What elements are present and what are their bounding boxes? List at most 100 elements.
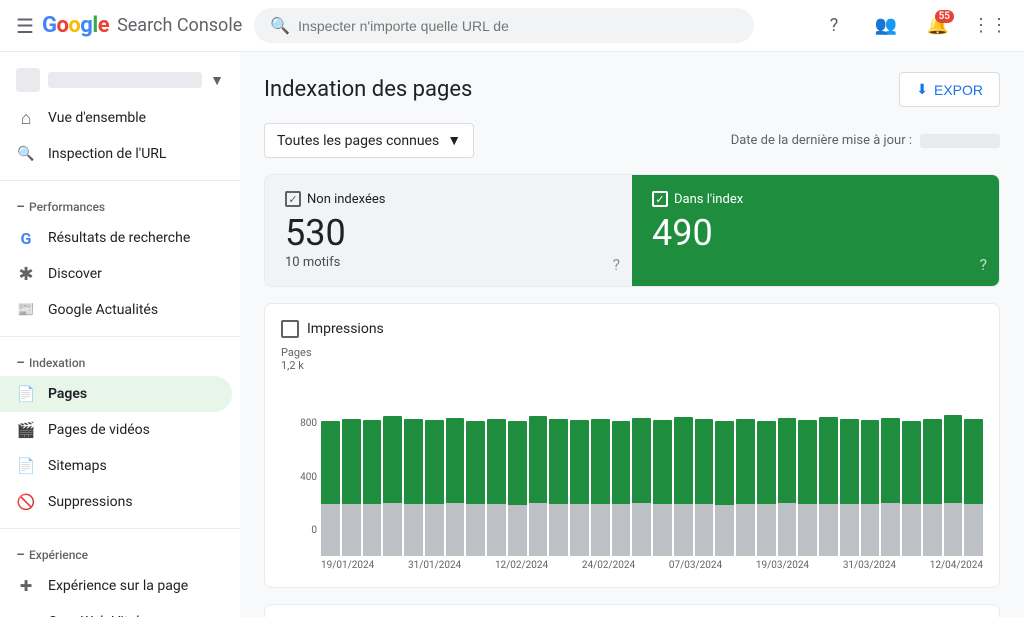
sidebar-item-core-web-vitals[interactable]: ◕ Core Web Vitals bbox=[0, 604, 232, 617]
chart-area: 800 400 0 bbox=[281, 376, 983, 556]
sidebar-item-google-news[interactable]: 📰 Google Actualités bbox=[0, 292, 232, 328]
sidebar-item-video-pages[interactable]: 🎬 Pages de vidéos bbox=[0, 412, 232, 448]
chart-bar bbox=[487, 376, 506, 556]
sidebar-item-search-results[interactable]: G Résultats de recherche bbox=[0, 220, 232, 256]
notifications-icon[interactable]: 🔔 55 bbox=[920, 8, 956, 44]
chart-bar bbox=[674, 376, 693, 556]
divider-2 bbox=[0, 336, 240, 337]
chart-bar bbox=[695, 376, 714, 556]
notification-badge: 55 bbox=[935, 10, 954, 23]
chart-bar bbox=[466, 376, 485, 556]
sidebar-item-page-experience[interactable]: ✚ Expérience sur la page bbox=[0, 568, 232, 604]
section-header-experience[interactable]: − Expérience bbox=[0, 537, 240, 568]
x-label-1: 19/01/2024 bbox=[321, 560, 374, 571]
dropdown-arrow-icon: ▼ bbox=[447, 132, 461, 149]
chart-bar bbox=[570, 376, 589, 556]
sidebar-item-overview[interactable]: ⌂ Vue d'ensemble bbox=[0, 100, 232, 136]
section-header-performances[interactable]: − Performances bbox=[0, 189, 240, 220]
page-title: Indexation des pages bbox=[264, 77, 472, 102]
section-header-indexation[interactable]: − Indexation bbox=[0, 345, 240, 376]
x-label-2: 31/01/2024 bbox=[408, 560, 461, 571]
non-indexed-checkbox[interactable]: ✓ bbox=[285, 191, 301, 207]
chart-bar bbox=[591, 376, 610, 556]
non-indexed-card: ✓ Non indexées 530 10 motifs ? bbox=[265, 175, 632, 286]
chart-bar bbox=[736, 376, 755, 556]
chart-bar bbox=[363, 376, 382, 556]
x-label-3: 12/02/2024 bbox=[495, 560, 548, 571]
impressions-row: Impressions bbox=[281, 320, 983, 338]
chart-bar bbox=[964, 376, 983, 556]
chart-bar bbox=[321, 376, 340, 556]
chart-y-axis: 800 400 0 bbox=[281, 376, 317, 536]
impressions-checkbox[interactable] bbox=[281, 320, 299, 338]
sidebar-item-discover[interactable]: ✱ Discover bbox=[0, 256, 232, 292]
y-tick-3: 800 bbox=[281, 418, 317, 429]
divider-3 bbox=[0, 528, 240, 529]
main-content: Indexation des pages ⬇ EXPOR Toutes les … bbox=[240, 52, 1024, 617]
magnify-icon: 🔍 bbox=[16, 144, 36, 164]
pages-filter-dropdown[interactable]: Toutes les pages connues ▼ bbox=[264, 123, 474, 158]
x-label-4: 24/02/2024 bbox=[582, 560, 635, 571]
chart-bar bbox=[632, 376, 651, 556]
non-indexed-checkbox-row: ✓ Non indexées bbox=[285, 191, 612, 207]
in-index-checkbox-row: ✓ Dans l'index bbox=[652, 191, 979, 207]
google-wordmark: Google bbox=[42, 13, 109, 38]
chart-bar bbox=[425, 376, 444, 556]
chart-bar bbox=[923, 376, 942, 556]
chart-bar bbox=[549, 376, 568, 556]
index-cards: ✓ Non indexées 530 10 motifs ? ✓ Dans l'… bbox=[264, 174, 1000, 287]
chart: Pages 1,2 k 800 400 0 19/01/2024 bbox=[281, 346, 983, 571]
chart-bar bbox=[778, 376, 797, 556]
search-input[interactable] bbox=[298, 18, 738, 34]
sidebar-item-url-inspection[interactable]: 🔍 Inspection de l'URL bbox=[0, 136, 232, 172]
bottom-link-card[interactable]: ✓ Afficher les données concernant les pa… bbox=[264, 604, 1000, 617]
chart-bar bbox=[902, 376, 921, 556]
asterisk-icon: ✱ bbox=[16, 264, 36, 284]
help-icon[interactable]: ? bbox=[816, 8, 852, 44]
pages-icon: 📄 bbox=[16, 384, 36, 404]
page-header: Indexation des pages ⬇ EXPOR bbox=[264, 72, 1000, 107]
video-icon: 🎬 bbox=[16, 420, 36, 440]
property-name bbox=[48, 72, 202, 88]
sitemap-icon: 📄 bbox=[16, 456, 36, 476]
x-label-5: 07/03/2024 bbox=[669, 560, 722, 571]
chart-bar bbox=[529, 376, 548, 556]
impressions-label: Impressions bbox=[307, 321, 384, 337]
filter-row: Toutes les pages connues ▼ Date de la de… bbox=[264, 123, 1000, 158]
news-icon: 📰 bbox=[16, 300, 36, 320]
chart-bar bbox=[757, 376, 776, 556]
date-info: Date de la dernière mise à jour : bbox=[731, 133, 1000, 148]
sidebar-item-sitemaps[interactable]: 📄 Sitemaps bbox=[0, 448, 232, 484]
export-icon: ⬇ bbox=[916, 81, 928, 98]
in-index-value: 490 bbox=[652, 215, 979, 251]
non-indexed-help-icon[interactable]: ? bbox=[612, 255, 620, 274]
sidebar-item-removals[interactable]: 🚫 Suppressions bbox=[0, 484, 232, 520]
property-icon bbox=[16, 68, 40, 92]
section-label-performances: Performances bbox=[29, 200, 105, 214]
chart-bar bbox=[342, 376, 361, 556]
section-label-experience: Expérience bbox=[29, 548, 88, 562]
in-index-help-icon[interactable]: ? bbox=[979, 255, 987, 274]
sidebar: ▼ ⌂ Vue d'ensemble 🔍 Inspection de l'URL… bbox=[0, 52, 240, 617]
chart-bar bbox=[446, 376, 465, 556]
non-indexed-value: 530 bbox=[285, 215, 612, 251]
property-selector[interactable]: ▼ bbox=[0, 60, 240, 100]
x-label-7: 31/03/2024 bbox=[843, 560, 896, 571]
chart-bar bbox=[819, 376, 838, 556]
divider-1 bbox=[0, 180, 240, 181]
chart-bar bbox=[612, 376, 631, 556]
in-index-checkbox[interactable]: ✓ bbox=[652, 191, 668, 207]
app-name: Search Console bbox=[117, 15, 242, 36]
export-button[interactable]: ⬇ EXPOR bbox=[899, 72, 1000, 107]
chevron-indexation-icon: − bbox=[16, 353, 25, 372]
plus-circle-icon: ✚ bbox=[16, 576, 36, 596]
chart-bar bbox=[840, 376, 859, 556]
search-bar[interactable]: 🔍 bbox=[254, 8, 754, 43]
google-g-icon: G bbox=[16, 228, 36, 248]
menu-icon[interactable]: ☰ bbox=[16, 14, 34, 38]
sidebar-item-pages[interactable]: 📄 Pages bbox=[0, 376, 232, 412]
apps-icon[interactable]: ⋮⋮ bbox=[972, 8, 1008, 44]
chevron-experience-icon: − bbox=[16, 545, 25, 564]
accounts-icon[interactable]: 👥 bbox=[868, 8, 904, 44]
in-index-card: ✓ Dans l'index 490 ? bbox=[632, 175, 999, 286]
